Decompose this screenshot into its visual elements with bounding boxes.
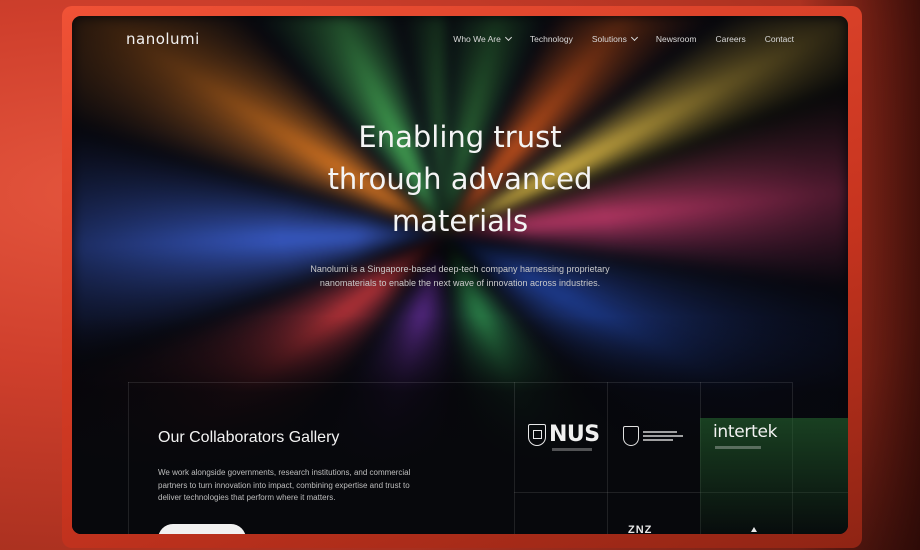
collaborators-description-line: partners to turn innovation into impact,… — [158, 480, 410, 490]
nav-item-solutions[interactable]: Solutions — [591, 33, 638, 44]
partial-partner-logo[interactable]: ZNZ — [628, 524, 652, 534]
nav-menu: Who We Are Technology Solutions Newsroom… — [453, 33, 794, 44]
collaborators-cta-button[interactable] — [158, 524, 246, 534]
intertek-logo-subtext — [715, 446, 761, 449]
collaborators-title: Our Collaborators Gallery — [158, 429, 340, 446]
nus-logo-subtext — [552, 448, 592, 451]
nav-item-technology[interactable]: Technology — [530, 34, 573, 44]
collaborators-section: Our Collaborators Gallery We work alongs… — [128, 382, 514, 534]
nav-item-label: Careers — [715, 34, 746, 44]
nav-item-who-we-are[interactable]: Who We Are — [453, 33, 512, 44]
grid-divider — [514, 382, 515, 534]
collaborators-description-line: We work alongside governments, research … — [158, 468, 411, 477]
nus-logo[interactable]: NUS — [528, 422, 600, 447]
intertek-logo[interactable]: intertek — [713, 422, 777, 442]
hero-description-line: nanomaterials to enable the next wave of… — [319, 278, 601, 288]
nus-crest-icon — [528, 423, 546, 446]
site-logo[interactable]: nanolumi — [126, 30, 200, 48]
collaborators-description: We work alongside governments, research … — [158, 467, 428, 505]
chevron-down-icon — [504, 33, 512, 42]
nav-item-label: Newsroom — [655, 34, 697, 44]
website-screen: nanolumi Who We Are Technology Solutions… — [72, 16, 848, 534]
ntu-crest-icon — [623, 426, 639, 446]
ntu-logo[interactable] — [623, 426, 683, 446]
nav-item-label: Solutions — [591, 34, 627, 44]
hero-heading-line: materials — [391, 204, 529, 238]
hero-heading: Enabling trust through advanced material… — [72, 116, 848, 242]
top-navigation: nanolumi Who We Are Technology Solutions… — [72, 16, 848, 64]
nav-item-label: Technology — [529, 34, 573, 44]
nav-item-careers[interactable]: Careers — [715, 34, 745, 44]
nus-logo-text: NUS — [549, 422, 600, 447]
hero-description: Nanolumi is a Singapore-based deep-tech … — [72, 262, 848, 290]
nav-item-contact[interactable]: Contact — [765, 34, 794, 44]
hero-description-line: Nanolumi is a Singapore-based deep-tech … — [310, 264, 610, 274]
chevron-down-icon — [630, 33, 638, 42]
hero-heading-line: through advanced — [327, 162, 593, 196]
nav-item-label: Contact — [764, 34, 794, 44]
grid-divider — [607, 382, 608, 534]
nav-item-label: Who We Are — [453, 34, 501, 44]
nav-item-newsroom[interactable]: Newsroom — [656, 34, 697, 44]
ntu-wordmark — [643, 431, 683, 441]
hero-heading-line: Enabling trust — [358, 120, 562, 154]
partial-partner-logo-icon — [751, 527, 757, 532]
collaborators-description-line: deliver technologies that perform where … — [158, 493, 336, 502]
